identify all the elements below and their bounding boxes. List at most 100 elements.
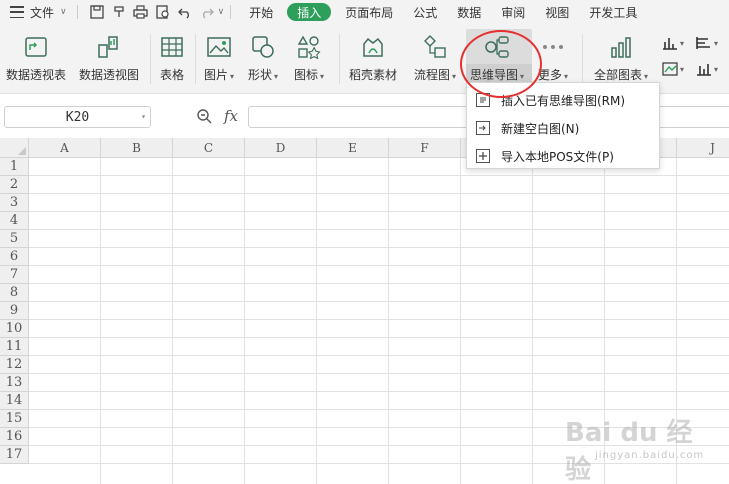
chevron-down-icon[interactable]: ∨ bbox=[218, 7, 225, 17]
column-header[interactable]: E bbox=[317, 138, 389, 158]
gridline bbox=[29, 391, 729, 392]
highlight-circle bbox=[460, 30, 542, 98]
file-menu-label: 文件 bbox=[30, 5, 55, 20]
gridline bbox=[29, 301, 729, 302]
undo-icon[interactable] bbox=[174, 0, 196, 24]
row-header[interactable]: 16 bbox=[0, 428, 29, 446]
gridline bbox=[532, 158, 533, 484]
redo-icon[interactable] bbox=[196, 0, 218, 24]
tab-view[interactable]: 视图 bbox=[535, 0, 579, 24]
row-header[interactable]: 17 bbox=[0, 446, 29, 464]
shape-icon bbox=[250, 34, 276, 60]
line-chart-button[interactable]: ▾ bbox=[662, 62, 684, 76]
column-chart-button[interactable]: ▾ bbox=[662, 36, 684, 50]
format-painter-icon[interactable] bbox=[108, 0, 130, 24]
material-icon bbox=[360, 34, 386, 60]
select-all-corner[interactable] bbox=[0, 138, 29, 158]
stat-chart-button[interactable]: ▾ bbox=[696, 62, 718, 76]
row-header[interactable]: 4 bbox=[0, 212, 29, 230]
tab-data[interactable]: 数据 bbox=[447, 0, 491, 24]
material-label: 稻壳素材 bbox=[349, 68, 398, 82]
gridline bbox=[29, 193, 729, 194]
watermark-brand: Bai du 经验 bbox=[565, 418, 693, 484]
gridline bbox=[244, 158, 245, 484]
picture-button[interactable]: 图片 ▾ bbox=[204, 32, 234, 88]
function-icon[interactable]: fx bbox=[224, 107, 238, 125]
row-header[interactable]: 7 bbox=[0, 266, 29, 284]
column-header[interactable]: B bbox=[101, 138, 173, 158]
row-header[interactable]: 6 bbox=[0, 248, 29, 266]
table-button[interactable]: 表格 bbox=[159, 32, 185, 88]
row-header[interactable]: 2 bbox=[0, 176, 29, 194]
shape-button[interactable]: 形状 ▾ bbox=[248, 32, 278, 88]
column-chart-icon bbox=[663, 38, 677, 50]
gridline bbox=[29, 175, 729, 176]
more-button[interactable]: 更多 ▾ bbox=[538, 32, 568, 88]
chevron-down-icon: ∨ bbox=[60, 7, 67, 17]
gridline bbox=[29, 409, 729, 410]
row-header[interactable]: 11 bbox=[0, 338, 29, 356]
table-label: 表格 bbox=[159, 68, 184, 82]
gridline bbox=[100, 158, 101, 484]
gridline bbox=[316, 158, 317, 484]
row-header[interactable]: 14 bbox=[0, 392, 29, 410]
pivot-table-label: 数据透视表 bbox=[6, 68, 67, 82]
flowchart-button[interactable]: 流程图 ▾ bbox=[414, 32, 456, 88]
column-header[interactable]: J bbox=[677, 138, 729, 158]
zoom-icon[interactable] bbox=[196, 108, 212, 127]
material-button[interactable]: 稻壳素材 bbox=[349, 32, 397, 88]
row-header[interactable]: 1 bbox=[0, 158, 29, 176]
icon-label: 图标 ▾ bbox=[294, 68, 325, 82]
bar-chart-button[interactable]: ▾ bbox=[696, 36, 718, 50]
line-chart-icon bbox=[662, 62, 678, 76]
import-icon bbox=[476, 121, 490, 135]
print-icon[interactable] bbox=[130, 0, 152, 24]
menu-item-import-pos-file[interactable]: 导入本地POS文件(P) bbox=[467, 142, 659, 170]
picture-label: 图片 ▾ bbox=[204, 68, 235, 82]
plus-icon bbox=[476, 149, 490, 163]
row-header[interactable]: 10 bbox=[0, 320, 29, 338]
tab-insert[interactable]: 插入 bbox=[287, 3, 332, 21]
tab-developer[interactable]: 开发工具 bbox=[579, 0, 647, 24]
all-charts-button[interactable]: 全部图表 ▾ bbox=[594, 32, 648, 88]
hamburger-icon bbox=[10, 6, 24, 18]
menu-item-new-blank-map[interactable]: 新建空白图(N) bbox=[467, 114, 659, 142]
stat-chart-icon bbox=[697, 64, 711, 76]
chevron-down-icon[interactable]: ▾ bbox=[141, 112, 146, 121]
divider bbox=[230, 5, 232, 19]
gridline bbox=[29, 319, 729, 320]
save-icon[interactable] bbox=[86, 0, 108, 24]
row-header[interactable]: 9 bbox=[0, 302, 29, 320]
tab-review[interactable]: 审阅 bbox=[491, 0, 535, 24]
gridline bbox=[29, 337, 729, 338]
row-header[interactable]: 3 bbox=[0, 194, 29, 212]
column-header[interactable]: F bbox=[389, 138, 461, 158]
row-header[interactable]: 15 bbox=[0, 410, 29, 428]
row-header[interactable]: 13 bbox=[0, 374, 29, 392]
file-menu[interactable]: 文件 ∨ bbox=[0, 0, 67, 24]
gridline bbox=[29, 211, 729, 212]
gridline bbox=[29, 247, 729, 248]
row-header[interactable]: 12 bbox=[0, 356, 29, 374]
name-box[interactable]: K20 ▾ bbox=[4, 106, 151, 128]
pivot-chart-button[interactable]: 数据透视图 bbox=[79, 32, 139, 88]
icon-button[interactable]: 图标 ▾ bbox=[294, 32, 324, 88]
gridline bbox=[388, 158, 389, 484]
picture-icon bbox=[206, 34, 232, 60]
pivot-table-button[interactable]: 数据透视表 bbox=[6, 32, 66, 88]
all-charts-label: 全部图表 ▾ bbox=[594, 68, 649, 82]
tab-home[interactable]: 开始 bbox=[239, 0, 283, 24]
gridline bbox=[29, 229, 729, 230]
watermark: Bai du 经验 jingyan.baidu.com bbox=[565, 412, 715, 484]
print-preview-icon[interactable] bbox=[152, 0, 174, 24]
spreadsheet-window: 文件 ∨ ∨ 开始 插入 页面布局 公式 数据 审阅 视图 开发工具 数据透视表… bbox=[0, 0, 729, 484]
column-header[interactable]: D bbox=[245, 138, 317, 158]
row-header[interactable]: 8 bbox=[0, 284, 29, 302]
tab-page-layout[interactable]: 页面布局 bbox=[335, 0, 403, 24]
column-header[interactable]: C bbox=[173, 138, 245, 158]
tab-formulas[interactable]: 公式 bbox=[403, 0, 447, 24]
row-header[interactable]: 5 bbox=[0, 230, 29, 248]
column-header[interactable]: A bbox=[29, 138, 101, 158]
more-label: 更多 ▾ bbox=[538, 68, 569, 82]
gridline bbox=[460, 158, 461, 484]
